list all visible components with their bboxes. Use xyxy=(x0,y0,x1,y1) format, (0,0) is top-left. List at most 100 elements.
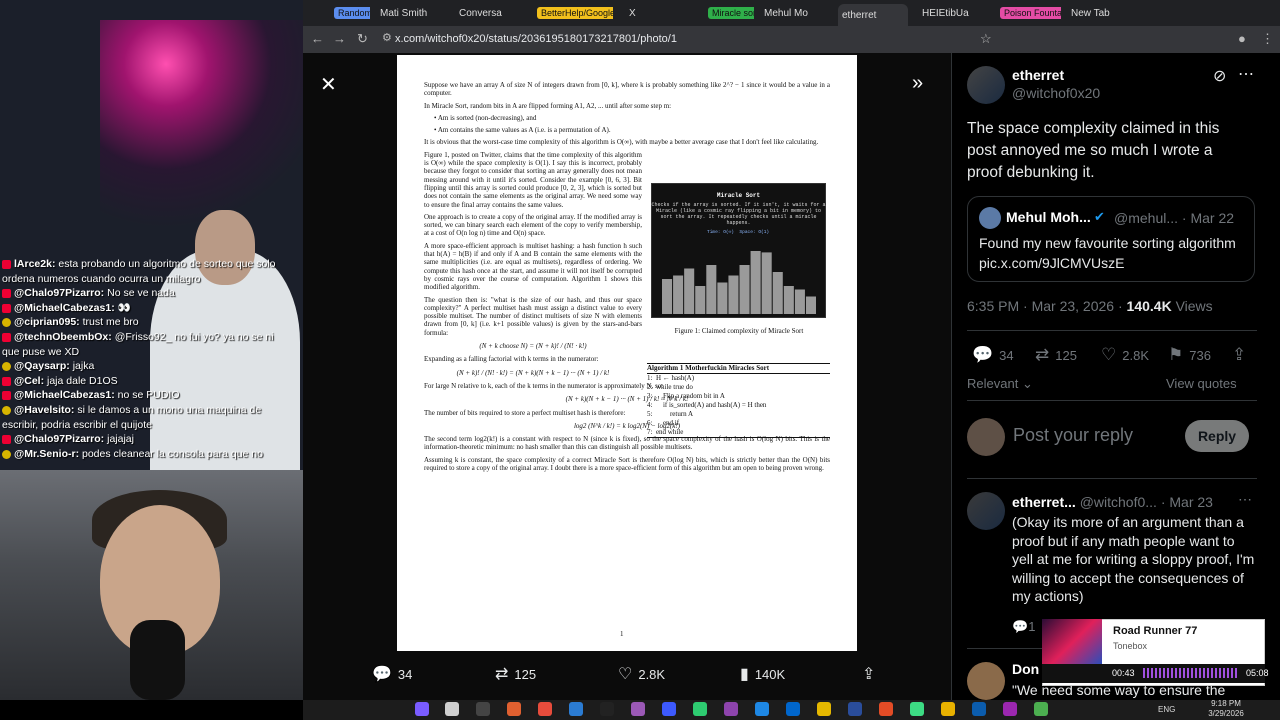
reply-reply-button[interactable]: 💬1 xyxy=(1012,619,1035,635)
taskbar-app-icon[interactable] xyxy=(507,702,521,716)
quote-author-name: Mehul Moh... xyxy=(1006,209,1091,225)
bookmark-star-icon[interactable]: ☆ xyxy=(980,31,992,47)
chat-text: No se ve nada xyxy=(107,287,175,300)
avatar[interactable] xyxy=(967,66,1005,104)
viewer-reply-button[interactable]: 💬 34 xyxy=(372,664,412,684)
grok-icon[interactable]: ⊘ xyxy=(1213,66,1226,86)
browser-tab[interactable]: Mehul Mo xyxy=(760,4,830,22)
algorithm-line: 2: while true do xyxy=(647,383,693,391)
taskbar-app-icon[interactable] xyxy=(724,702,738,716)
reply-submit-button[interactable]: Reply xyxy=(1185,420,1249,452)
more-icon[interactable]: ⋯ xyxy=(1238,491,1252,508)
figure-caption: Figure 1: Claimed complexity of Miracle … xyxy=(674,327,804,335)
avatar[interactable] xyxy=(967,492,1005,530)
viewer-like-count: 2.8K xyxy=(638,666,666,682)
forward-icon[interactable]: → xyxy=(333,31,346,46)
viewer-like-button[interactable]: ♡ 2.8K xyxy=(618,664,665,684)
menu-icon[interactable]: ⋮ xyxy=(1261,31,1274,47)
paper-para: Figure 1, posted on Twitter, claims that… xyxy=(424,150,642,209)
figure-description: Checks if the array is sorted. If it isn… xyxy=(651,202,826,226)
taskbar-app-icon[interactable] xyxy=(972,702,986,716)
taskbar-app-icon[interactable] xyxy=(879,702,893,716)
expand-panel-icon[interactable]: » xyxy=(912,72,923,95)
chat-platform-icon xyxy=(2,391,11,401)
taskbar-app-icon[interactable] xyxy=(848,702,862,716)
taskbar-app-icon[interactable] xyxy=(445,702,459,716)
bookmark-button[interactable]: ⚑ 736 xyxy=(1168,345,1211,365)
taskbar-app-icon[interactable] xyxy=(786,702,800,716)
viewer-share-button[interactable]: ⇪ xyxy=(862,664,875,684)
reply-author-name[interactable]: etherret... xyxy=(1012,494,1076,510)
chat-text: esta probando un algoritmo de sorteo que… xyxy=(58,258,276,270)
browser-tab[interactable]: Mati Smith xyxy=(376,4,451,22)
reload-icon[interactable]: ↻ xyxy=(357,31,368,47)
taskbar-app-icon[interactable] xyxy=(415,702,429,716)
paper-para: It is obvious that the worst-case time c… xyxy=(424,138,819,147)
repost-button[interactable]: ⇄ 125 xyxy=(1035,345,1077,365)
browser-tab[interactable]: Miracle sort xyxy=(704,4,754,22)
taskbar-app-icon[interactable] xyxy=(693,702,707,716)
chat-username: @Havelsito: xyxy=(14,404,75,416)
chat-platform-icon xyxy=(2,376,11,386)
paper-para: Assuming k is constant, the space comple… xyxy=(424,455,830,472)
taskbar-app-icon[interactable] xyxy=(910,702,924,716)
author-name[interactable]: etherret xyxy=(1012,67,1064,83)
avatar[interactable] xyxy=(967,662,1005,700)
browser-tab[interactable]: HEIEtibUa xyxy=(918,4,988,22)
site-info-icon[interactable]: ⚙ xyxy=(382,31,392,44)
close-icon[interactable]: ✕ xyxy=(320,72,337,97)
system-clock[interactable]: 9:18 PM 3/29/2026 xyxy=(1206,699,1246,719)
browser-tab[interactable]: etherret xyxy=(838,4,908,26)
chat-username: @MichaelCabezas1: xyxy=(14,301,115,314)
share-button[interactable]: ⇪ xyxy=(1232,345,1246,365)
chat-username: lArce2k: xyxy=(14,258,56,270)
browser-tab[interactable]: Conversa xyxy=(455,4,530,22)
paper-para: Suppose we have an array A of size N of … xyxy=(424,81,830,98)
taskbar-app-icon[interactable] xyxy=(941,702,955,716)
taskbar-app-icon[interactable] xyxy=(476,702,490,716)
view-quotes-link[interactable]: View quotes xyxy=(1166,376,1237,391)
taskbar-app-icon[interactable] xyxy=(538,702,552,716)
reply-text: (Okay its more of an argument than a pro… xyxy=(1012,514,1255,604)
reply-author-name[interactable]: Don xyxy=(1012,661,1039,677)
algorithm-line: 5: return A xyxy=(647,410,694,418)
chat-username: @Cel: xyxy=(14,374,45,387)
taskbar-app-icon[interactable] xyxy=(631,702,645,716)
language-indicator[interactable]: ENG xyxy=(1158,705,1175,714)
back-icon[interactable]: ← xyxy=(311,31,324,46)
taskbar-app-icon[interactable] xyxy=(817,702,831,716)
taskbar-app-icon[interactable] xyxy=(662,702,676,716)
taskbar-app-icon[interactable] xyxy=(600,702,614,716)
divider xyxy=(967,400,1257,401)
url-field[interactable]: x.com/witchof0x20/status/203619518017321… xyxy=(395,30,995,49)
sort-dropdown[interactable]: Relevant ⌄ xyxy=(967,376,1033,392)
waveform[interactable] xyxy=(1143,668,1239,678)
chat-username: @Chalo97Pizarro: xyxy=(14,287,105,300)
browser-tab[interactable]: Poison Fountain xyxy=(996,4,1061,22)
taskbar-app-icon[interactable] xyxy=(569,702,583,716)
more-icon[interactable]: ⋯ xyxy=(1238,64,1254,84)
browser-tab[interactable]: BetterHelp/Google ch xyxy=(533,4,613,22)
browser-tab[interactable]: New Tab xyxy=(1067,4,1127,22)
viewer-repost-button[interactable]: ⇄ 125 xyxy=(495,664,536,684)
chat-message: ordena numeros cuando ocurra un milagro xyxy=(2,272,302,286)
viewer-views-count: 140K xyxy=(754,666,786,682)
algorithm-box: Algorithm 1 Motherfuckin Miracles Sort 1… xyxy=(647,363,830,438)
like-button[interactable]: ♡ 2.8K xyxy=(1101,345,1149,365)
viewer-repost-count: 125 xyxy=(514,666,537,682)
browser-tab[interactable]: X xyxy=(625,4,680,22)
taskbar-app-icon[interactable] xyxy=(1003,702,1017,716)
chat-message: @Cel: jaja dale D1OS xyxy=(2,374,302,388)
share-icon: ⇪ xyxy=(862,666,876,683)
algorithm-title: Algorithm 1 Motherfuckin Miracles Sort xyxy=(647,364,830,374)
reply-button[interactable]: 💬 34 xyxy=(972,345,1014,365)
chat-message: @MichaelCabezas1: 👀 xyxy=(2,301,302,315)
taskbar-app-icon[interactable] xyxy=(755,702,769,716)
taskbar-app-icon[interactable] xyxy=(1034,702,1048,716)
author-handle[interactable]: @witchof0x20 xyxy=(1012,85,1100,101)
viewer-views-button[interactable]: ▮ 140K xyxy=(740,664,785,684)
reply-input[interactable]: Post your reply xyxy=(1013,425,1133,446)
profile-icon[interactable]: ● xyxy=(1238,31,1246,46)
tab-label: X xyxy=(629,7,636,19)
browser-tab[interactable]: Random xyxy=(330,4,370,22)
